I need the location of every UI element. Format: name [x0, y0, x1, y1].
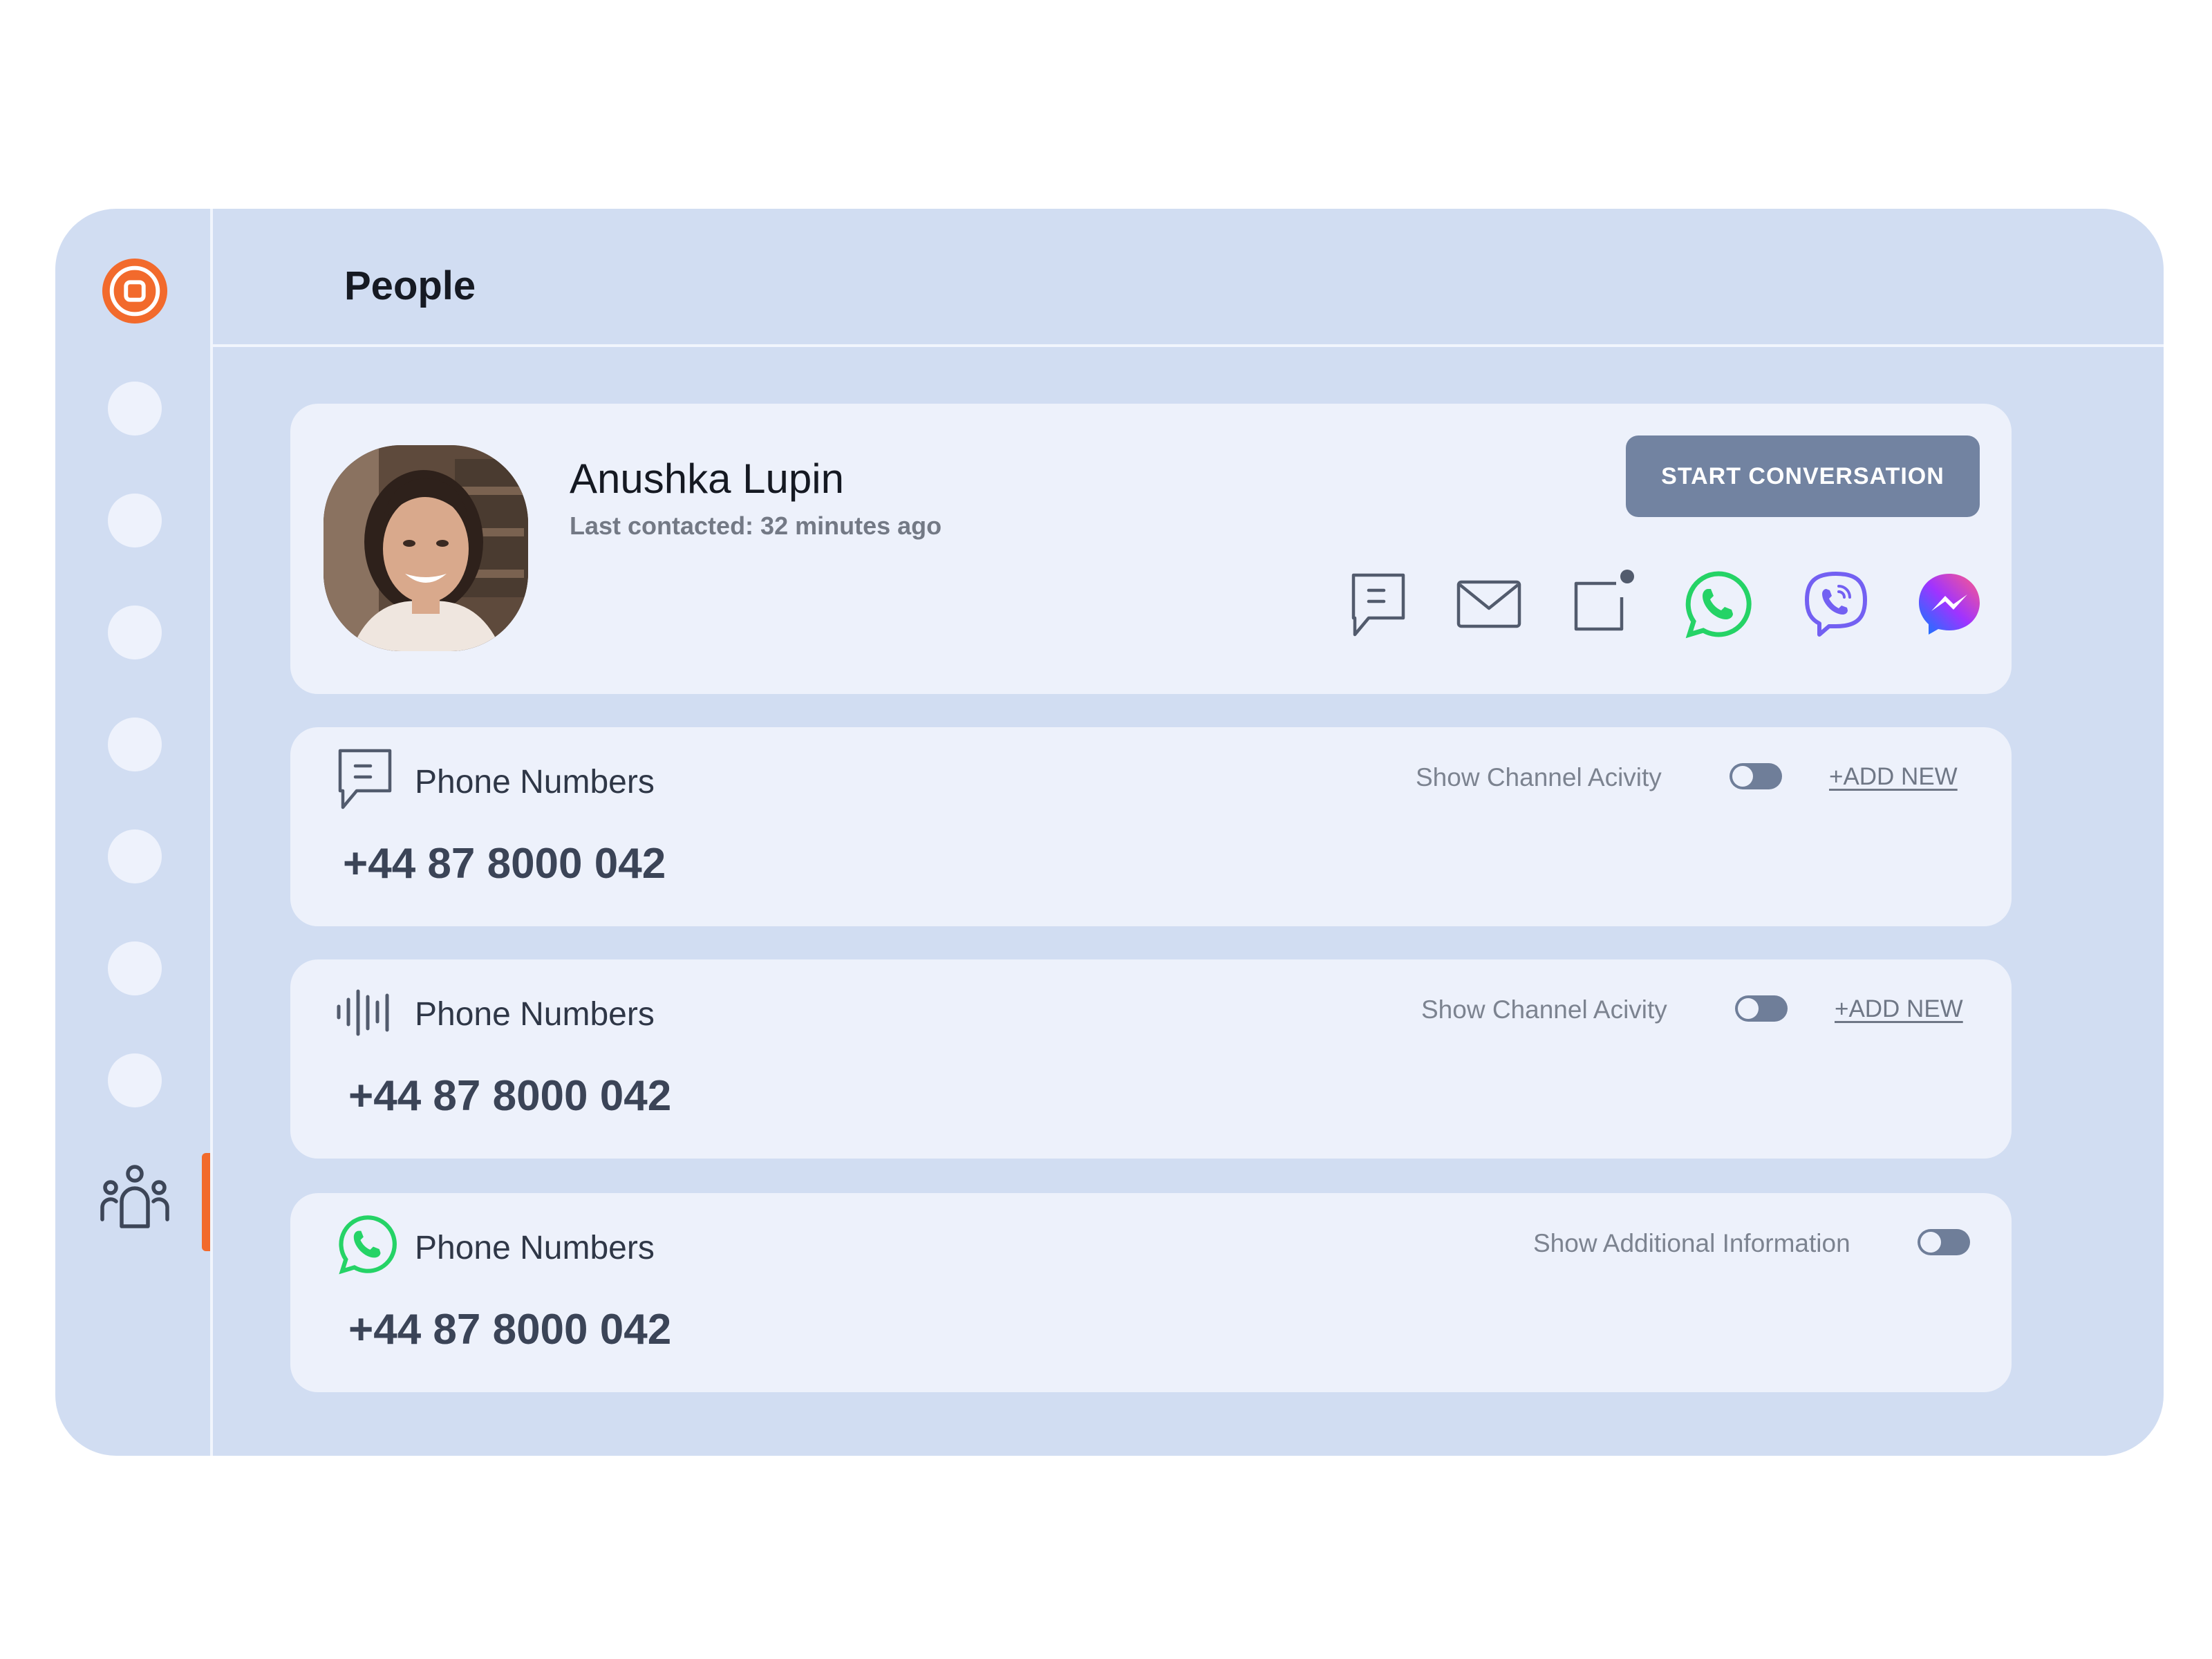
card-title: Phone Numbers [415, 1230, 655, 1266]
show-channel-activity-toggle[interactable] [1730, 763, 1782, 789]
phone-numbers-card-sms: Phone Numbers +44 87 8000 042 Show Chann… [290, 727, 2012, 926]
toggle-label: Show Channel Acivity [1416, 763, 1662, 791]
email-icon[interactable] [1454, 570, 1524, 639]
sms-icon [338, 749, 392, 809]
avatar [324, 445, 528, 651]
add-new-link[interactable]: +ADD NEW [1835, 995, 1963, 1023]
last-contacted-text: Last contacted: 32 minutes ago [570, 512, 942, 540]
sidebar-item-5[interactable] [108, 830, 162, 883]
sidebar [55, 209, 211, 1456]
phone-number: +44 87 8000 042 [343, 840, 666, 888]
notification-icon[interactable] [1566, 570, 1635, 639]
phone-number: +44 87 8000 042 [348, 1072, 672, 1120]
contact-profile-card: Anushka Lupin Last contacted: 32 minutes… [290, 404, 2012, 694]
sidebar-item-3[interactable] [108, 606, 162, 659]
toggle-label: Show Channel Acivity [1421, 995, 1667, 1024]
voice-waveform-icon [337, 989, 389, 1036]
phone-number: +44 87 8000 042 [348, 1306, 672, 1353]
sidebar-item-people[interactable] [97, 1163, 173, 1232]
toggle-label: Show Additional Information [1533, 1229, 1850, 1257]
phone-numbers-card-voice: Phone Numbers +44 87 8000 042 Show Chann… [290, 959, 2012, 1159]
page-title: People [344, 263, 476, 308]
whatsapp-icon [339, 1215, 397, 1275]
phone-numbers-card-whatsapp: Phone Numbers +44 87 8000 042 Show Addit… [290, 1193, 2012, 1392]
sidebar-item-1[interactable] [108, 382, 162, 435]
brand-logo-icon[interactable] [101, 257, 169, 325]
sidebar-item-4[interactable] [108, 718, 162, 771]
start-conversation-button[interactable]: START CONVERSATION [1626, 435, 1980, 517]
viber-icon[interactable] [1801, 570, 1871, 639]
contact-name: Anushka Lupin [570, 456, 844, 502]
sidebar-item-6[interactable] [108, 941, 162, 995]
whatsapp-icon[interactable] [1684, 570, 1753, 639]
show-channel-activity-toggle[interactable] [1735, 995, 1788, 1022]
card-title: Phone Numbers [415, 764, 655, 800]
sidebar-item-7[interactable] [108, 1053, 162, 1107]
page-header: People [213, 209, 2164, 347]
sidebar-divider [210, 209, 213, 1456]
sidebar-item-2[interactable] [108, 494, 162, 547]
show-additional-information-toggle[interactable] [1918, 1229, 1970, 1255]
messenger-icon[interactable] [1915, 570, 1984, 639]
add-new-link[interactable]: +ADD NEW [1829, 763, 1958, 791]
app-window: People Anushka Lupin Last contacted: 32 … [55, 209, 2164, 1456]
sms-icon[interactable] [1344, 570, 1413, 639]
card-title: Phone Numbers [415, 996, 655, 1033]
